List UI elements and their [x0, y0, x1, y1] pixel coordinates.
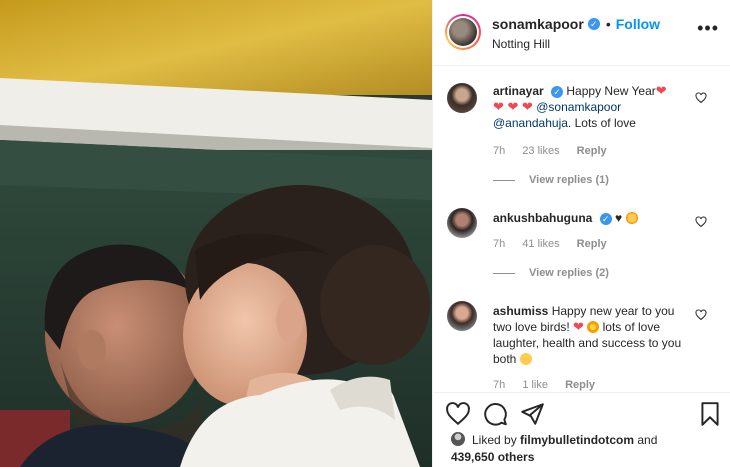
comment-text: artinayar ✓ Happy New Year❤ ❤ ❤ ❤ @sonam…: [493, 83, 693, 131]
post-header: sonamkapoor ✓ • Follow Notting Hill •••: [433, 0, 730, 66]
red-heart-emoji: ❤: [655, 83, 667, 98]
reply-button[interactable]: Reply: [577, 238, 607, 250]
smiling-face-emoji: [519, 353, 532, 365]
commenter-avatar[interactable]: [447, 83, 477, 113]
reply-button[interactable]: Reply: [577, 145, 607, 157]
separator-dot: •: [605, 16, 611, 32]
mention-link[interactable]: @anandahuja: [493, 116, 568, 130]
comment-likes[interactable]: 23 likes: [522, 145, 559, 157]
comment-likes[interactable]: 41 likes: [522, 238, 559, 250]
author-username[interactable]: sonamkapoor: [492, 16, 584, 32]
view-replies-label: View replies (2): [529, 267, 609, 279]
view-replies-label: View replies (1): [529, 174, 609, 186]
save-bookmark-icon[interactable]: [697, 401, 723, 427]
mention-link[interactable]: @sonamkapoor: [536, 100, 621, 114]
author-avatar-image: [449, 18, 477, 46]
verified-badge-icon: ✓: [599, 213, 612, 225]
red-heart-emoji: ❤: [573, 319, 584, 334]
sparkle-emoji: [587, 321, 600, 333]
liked-by-summary: Liked by filmybulletindotcom and 439,650…: [451, 432, 721, 466]
view-replies-button[interactable]: View replies (2): [493, 267, 609, 279]
verified-badge-icon: ✓: [551, 86, 564, 98]
comment-username[interactable]: ashumiss: [493, 304, 548, 318]
smiling-face-with-hearts-emoji: [625, 212, 638, 224]
author-avatar[interactable]: [445, 14, 481, 50]
comment-username[interactable]: ankushbahuguna: [493, 211, 592, 225]
post-photo[interactable]: [0, 0, 432, 467]
comment-time[interactable]: 7h: [493, 145, 505, 157]
author-line: sonamkapoor ✓ • Follow: [492, 16, 660, 32]
comment-text: ankushbahuguna ✓ ♥: [493, 210, 693, 226]
comment-meta: 7h 23 likes Reply: [493, 145, 621, 157]
comment-text-part: ♥: [615, 211, 623, 225]
reply-button[interactable]: Reply: [565, 379, 595, 391]
commenter-avatar[interactable]: [447, 208, 477, 238]
comment-time[interactable]: 7h: [493, 238, 505, 250]
liker-avatar[interactable]: [451, 432, 465, 446]
comment-time[interactable]: 7h: [493, 379, 505, 391]
post-location[interactable]: Notting Hill: [492, 37, 550, 51]
comment-username[interactable]: artinayar: [493, 84, 544, 98]
like-comment-heart-icon[interactable]: [695, 92, 707, 104]
like-comment-heart-icon[interactable]: [695, 216, 707, 228]
like-comment-heart-icon[interactable]: [695, 309, 707, 321]
comment-meta: 7h 41 likes Reply: [493, 238, 621, 250]
post-side-panel: sonamkapoor ✓ • Follow Notting Hill ••• …: [432, 0, 730, 467]
share-paper-plane-icon[interactable]: [519, 401, 545, 427]
follow-button[interactable]: Follow: [616, 16, 660, 32]
comment-meta: 7h 1 like Reply: [493, 379, 609, 391]
comment-bubble-icon[interactable]: [482, 401, 508, 427]
comment-text-part: Happy New Year: [563, 84, 656, 98]
liked-by-and: and: [634, 433, 658, 447]
verified-badge-icon: ✓: [587, 18, 600, 30]
comment-likes[interactable]: 1 like: [522, 379, 548, 391]
red-hearts-emoji: ❤ ❤ ❤: [493, 99, 533, 114]
comment-text-part: . Lots of love: [567, 116, 636, 130]
comments-list[interactable]: artinayar ✓ Happy New Year❤ ❤ ❤ ❤ @sonam…: [433, 67, 730, 392]
view-replies-button[interactable]: View replies (1): [493, 174, 609, 186]
commenter-avatar[interactable]: [447, 301, 477, 331]
more-options-icon[interactable]: •••: [697, 19, 719, 37]
liked-by-count[interactable]: 439,650 others: [451, 450, 534, 464]
comment-text: ashumiss Happy new year to you two love …: [493, 303, 693, 367]
post-image: [0, 0, 432, 467]
liked-by-user[interactable]: filmybulletindotcom: [520, 433, 634, 447]
post-actions-bar: [433, 392, 730, 432]
liked-by-prefix: Liked by: [472, 433, 521, 447]
like-heart-icon[interactable]: [445, 401, 471, 427]
